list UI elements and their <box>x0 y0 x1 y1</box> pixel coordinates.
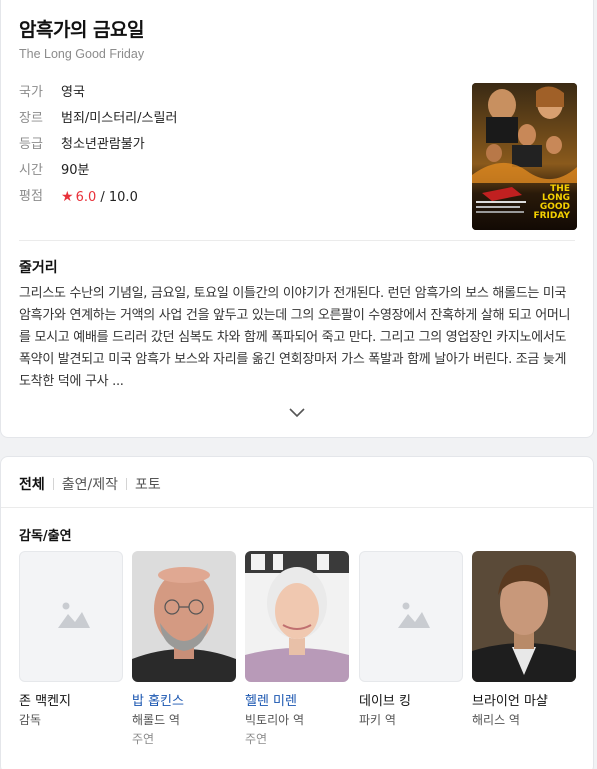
cast-item[interactable]: 데이브 킹 파키 역 <box>359 551 463 728</box>
cast-card: 전체 출연/제작 포토 감독/출연 존 맥켄지 감독 밥 홉킨스 해롤드 역 주… <box>0 456 594 769</box>
person-role: 해롤드 역 <box>132 713 180 727</box>
person-photo-placeholder <box>19 551 123 682</box>
person-role: 해리스 역 <box>472 713 520 727</box>
cast-heading: 감독/출연 <box>19 529 72 544</box>
original-title: The Long Good Friday <box>19 47 145 61</box>
person-name-link[interactable]: 헬렌 미렌 <box>245 690 349 709</box>
person-name: 브라이언 마샬 <box>472 694 548 709</box>
poster-art: THE LONG GOOD FRIDAY <box>472 83 577 230</box>
info-value: 범죄/미스터리/스릴러 <box>61 111 178 126</box>
movie-poster[interactable]: THE LONG GOOD FRIDAY <box>472 83 577 230</box>
tab-all[interactable]: 전체 <box>19 474 45 494</box>
movie-title: 암흑가의 금요일 <box>19 19 144 41</box>
person-photo <box>245 551 349 682</box>
score-value: ★ 6.0 / 10.0 <box>61 188 138 206</box>
info-value: 영국 <box>61 85 85 100</box>
movie-info-card: 암흑가의 금요일 The Long Good Friday 국가 영국 장르 범… <box>0 0 594 438</box>
person-photo-placeholder <box>359 551 463 682</box>
info-label: 등급 <box>19 137 43 152</box>
info-value: 청소년관람불가 <box>61 137 145 152</box>
info-label: 시간 <box>19 163 43 178</box>
poster-title-line: FRIDAY <box>533 211 570 221</box>
person-name: 존 맥켄지 <box>19 694 71 709</box>
person-billing: 주연 <box>132 732 155 746</box>
person-role: 빅토리아 역 <box>245 713 305 727</box>
cast-item[interactable]: 브라이언 마샬 해리스 역 <box>472 551 576 728</box>
section-divider <box>19 240 575 241</box>
cast-item[interactable]: 밥 홉킨스 해롤드 역 주연 <box>132 551 236 747</box>
tab-separator <box>52 478 54 490</box>
info-row-runtime: 시간 90분 <box>19 162 90 180</box>
synopsis-heading: 줄거리 <box>19 260 58 276</box>
score: 6.0 <box>75 190 97 205</box>
content-tabs: 전체 출연/제작 포토 <box>19 474 161 494</box>
cast-item[interactable]: 존 맥켄지 감독 <box>19 551 123 728</box>
tab-photo[interactable]: 포토 <box>135 474 161 494</box>
info-label: 국가 <box>19 85 43 100</box>
person-name: 데이브 킹 <box>359 694 411 709</box>
info-row-genre: 장르 범죄/미스터리/스릴러 <box>19 110 177 128</box>
cast-item[interactable]: 헬렌 미렌 빅토리아 역 주연 <box>245 551 349 747</box>
info-value: 90분 <box>61 163 90 178</box>
image-placeholder-icon <box>398 602 430 628</box>
person-photo <box>132 551 236 682</box>
star-icon: ★ <box>61 189 74 205</box>
synopsis-text: 그리스도 수난의 기념일, 금요일, 토요일 이틀간의 이야기가 전개된다. 런… <box>19 286 571 389</box>
person-photo <box>472 551 576 682</box>
info-row-rating-grade: 등급 청소년관람불가 <box>19 136 145 154</box>
person-role: 파키 역 <box>359 713 396 727</box>
info-row-score: 평점 ★ 6.0 / 10.0 <box>19 188 138 206</box>
person-name-link[interactable]: 밥 홉킨스 <box>132 690 236 709</box>
expand-chevron-icon[interactable] <box>287 405 307 419</box>
person-billing: 주연 <box>245 732 268 746</box>
info-label: 장르 <box>19 111 43 126</box>
info-label: 평점 <box>19 189 43 204</box>
info-row-country: 국가 영국 <box>19 84 85 102</box>
image-placeholder-icon <box>58 602 90 628</box>
person-role: 감독 <box>19 713 42 727</box>
tabs-divider <box>1 507 593 508</box>
tab-cast-crew[interactable]: 출연/제작 <box>62 474 118 494</box>
score-max: / 10.0 <box>96 190 138 205</box>
tab-separator <box>126 478 128 490</box>
